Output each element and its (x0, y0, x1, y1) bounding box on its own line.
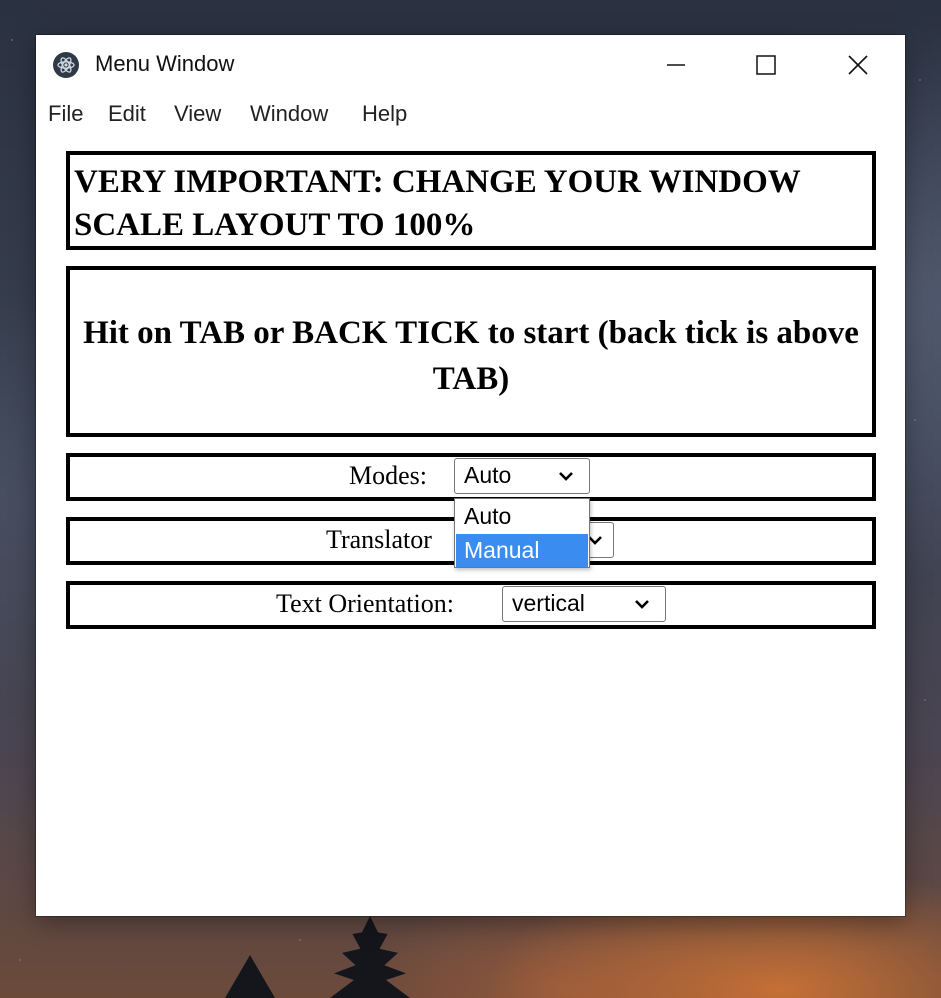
close-icon (848, 55, 868, 75)
important-notice-panel: VERY IMPORTANT: CHANGE YOUR WINDOW SCALE… (66, 151, 876, 250)
orientation-selected-value: vertical (512, 590, 585, 616)
modes-label: Modes: (349, 461, 427, 490)
important-notice-text: VERY IMPORTANT: CHANGE YOUR WINDOW SCALE… (74, 164, 801, 243)
chevron-down-icon (559, 472, 573, 481)
minimize-button[interactable] (646, 35, 706, 95)
chevron-down-icon (635, 600, 649, 609)
menu-help[interactable]: Help (362, 101, 407, 127)
modes-dropdown-list: Auto Manual (454, 498, 590, 568)
orientation-select[interactable]: vertical (502, 586, 666, 622)
maximize-button[interactable] (736, 35, 796, 95)
title-bar[interactable]: Menu Window (36, 35, 905, 95)
menu-file[interactable]: File (48, 101, 83, 127)
dropdown-option-manual[interactable]: Manual (456, 534, 588, 567)
modes-row: Modes: Auto (66, 453, 876, 501)
translator-label: Translator (326, 525, 432, 554)
instructions-text: Hit on TAB or BACK TICK to start (back t… (83, 315, 859, 397)
menu-view[interactable]: View (174, 101, 221, 127)
modes-select[interactable]: Auto (454, 458, 590, 494)
dropdown-option-auto[interactable]: Auto (456, 500, 588, 533)
instructions-panel: Hit on TAB or BACK TICK to start (back t… (66, 266, 876, 437)
close-button[interactable] (828, 35, 888, 95)
minimize-icon (667, 64, 685, 66)
maximize-icon (756, 55, 776, 75)
orientation-row: Text Orientation: vertical (66, 581, 876, 629)
menu-edit[interactable]: Edit (108, 101, 146, 127)
menu-bar: File Edit View Window Help (36, 97, 905, 133)
modes-selected-value: Auto (464, 462, 512, 488)
app-logo-icon (53, 52, 79, 78)
orientation-label: Text Orientation: (276, 589, 454, 618)
window-title: Menu Window (95, 51, 235, 76)
menu-window[interactable]: Window (250, 101, 328, 127)
menu-window: Menu Window File Edit View Window Help V… (36, 35, 905, 916)
